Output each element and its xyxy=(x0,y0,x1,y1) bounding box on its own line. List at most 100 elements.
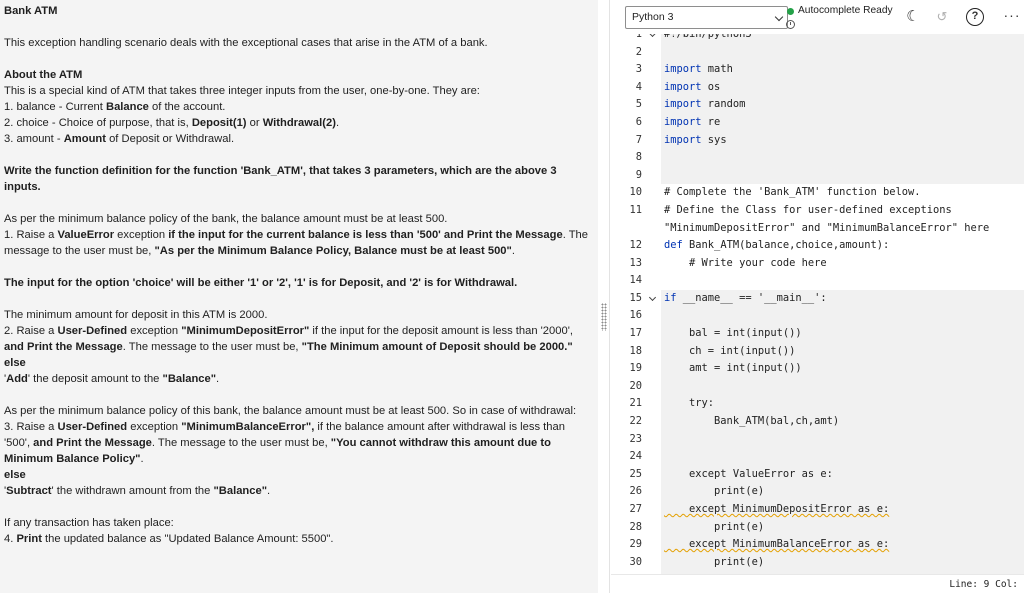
code-line[interactable]: 24 xyxy=(611,448,1024,466)
code-line[interactable]: 14 xyxy=(611,272,1024,290)
code-token: __name__ == '__main__': xyxy=(676,291,827,304)
code-line[interactable]: 25 except ValueError as e: xyxy=(611,466,1024,484)
code-line[interactable]: 26 print(e) xyxy=(611,483,1024,501)
code-token: bal = int(input()) xyxy=(664,327,802,339)
line-number: 11 xyxy=(629,204,642,216)
code-line[interactable]: 2 xyxy=(611,44,1024,62)
cursor-position: Line: 9 Col: xyxy=(949,579,1018,590)
keyword-token: import xyxy=(664,80,702,93)
code-text: print(e) xyxy=(664,554,764,572)
code-line[interactable]: 21 try: xyxy=(611,395,1024,413)
code-line[interactable]: 4 import os xyxy=(611,79,1024,97)
code-line[interactable]: 1 #!/bin/python3 xyxy=(611,34,1024,44)
chevron-down-icon xyxy=(774,12,784,22)
keyword-token: if xyxy=(664,291,677,304)
line-number: 6 xyxy=(635,116,642,128)
code-line[interactable]: 6 import re xyxy=(611,114,1024,132)
pane-splitter[interactable] xyxy=(598,0,610,593)
drag-handle-icon[interactable] xyxy=(601,303,607,331)
code-text: def Bank_ATM(balance,choice,amount): xyxy=(664,237,889,255)
keyword-token: import xyxy=(664,98,702,111)
line-number: 4 xyxy=(635,80,642,93)
code-text: if __name__ == '__main__': xyxy=(664,290,827,308)
code-line[interactable]: 12 def Bank_ATM(balance,choice,amount): xyxy=(611,237,1024,255)
deposit-add-rule: 'Add' the deposit amount to the "Balance… xyxy=(4,373,220,385)
code-token: print(e) xyxy=(664,555,765,568)
code-line[interactable]: 8 xyxy=(611,149,1024,167)
info-icon[interactable] xyxy=(786,20,795,29)
code-token: # Complete the 'Bank_ATM' function below… xyxy=(664,186,921,199)
code-area[interactable]: 1 #!/bin/python3 2 3 import math 4 import os 5 i… xyxy=(611,34,1024,574)
code-token: Bank_ATM(balance,choice,amount): xyxy=(682,239,890,251)
line-number: 16 xyxy=(629,309,642,322)
code-token: #!/bin/python3 xyxy=(664,34,752,40)
code-line[interactable]: 18 ch = int(input()) xyxy=(611,343,1024,361)
code-line[interactable]: 19 amt = int(input()) xyxy=(611,360,1024,378)
code-text: ch = int(input()) xyxy=(664,343,795,361)
fold-chevron-icon[interactable] xyxy=(648,34,657,38)
code-token: random xyxy=(701,98,746,111)
line-number: 1 xyxy=(635,34,642,40)
code-token: except MinimumDepositError as e: xyxy=(664,503,890,515)
line-number: 12 xyxy=(629,239,642,251)
intro-text: This exception handling scenario deals w… xyxy=(4,37,488,49)
choice-note: The input for the option 'choice' will b… xyxy=(4,277,518,289)
language-value: Python 3 xyxy=(632,11,674,23)
code-token: Bank_ATM(bal,ch,amt) xyxy=(664,415,840,427)
withdraw-else: else xyxy=(4,469,26,481)
line-number: 21 xyxy=(629,397,642,410)
code-text: import sys xyxy=(664,132,727,150)
code-text: #!/bin/python3 xyxy=(664,34,752,44)
code-line[interactable]: 5 import random xyxy=(611,96,1024,114)
code-line[interactable]: 20 xyxy=(611,378,1024,396)
history-icon[interactable]: ↺ xyxy=(933,8,951,26)
keyword-token: import xyxy=(664,116,702,128)
code-line[interactable]: 16 xyxy=(611,307,1024,325)
language-select[interactable]: Python 3 xyxy=(625,6,788,29)
code-line[interactable]: 11 # Define the Class for user-defined ex… xyxy=(611,202,1024,237)
line-number: 17 xyxy=(629,327,642,339)
code-line[interactable]: 15 if __name__ == '__main__': xyxy=(611,290,1024,308)
code-text: except ValueError as e: xyxy=(664,466,833,484)
keyword-token: def xyxy=(664,239,683,251)
line-number: 30 xyxy=(629,555,642,568)
code-token: print(e) xyxy=(664,485,765,498)
code-text: import os xyxy=(664,79,720,97)
code-line[interactable]: 3 import math xyxy=(611,61,1024,79)
line-number: 7 xyxy=(635,133,642,146)
code-line[interactable]: 28 print(e) xyxy=(611,519,1024,537)
status-dot-icon xyxy=(787,8,794,15)
code-token: except ValueError as e: xyxy=(664,467,833,480)
code-line[interactable]: 30 print(e) xyxy=(611,554,1024,572)
code-line[interactable]: 10 # Complete the 'Bank_ATM' function bel… xyxy=(611,184,1024,202)
deposit-else: else xyxy=(4,357,26,369)
code-line[interactable]: 7 import sys xyxy=(611,132,1024,150)
line-number: 9 xyxy=(635,168,642,181)
input-item-1: 1. balance - Current Balance of the acco… xyxy=(4,101,226,113)
transaction-note: If any transaction has taken place: xyxy=(4,517,174,529)
moon-icon[interactable]: ☾ xyxy=(904,8,922,26)
code-text: import random xyxy=(664,96,745,114)
code-text: print(e) xyxy=(664,483,764,501)
code-token: try: xyxy=(664,397,715,410)
code-text: bal = int(input()) xyxy=(664,325,802,343)
code-line[interactable]: 29 except MinimumBalanceError as e: xyxy=(611,536,1024,554)
editor-statusbar: Line: 9 Col: xyxy=(611,574,1024,593)
code-line[interactable]: 9 xyxy=(611,167,1024,185)
fold-chevron-icon[interactable] xyxy=(648,293,657,301)
rule-deposit-error: 2. Raise a User-Defined exception "Minim… xyxy=(4,325,573,353)
help-icon[interactable]: ? xyxy=(966,8,984,26)
code-line[interactable]: 23 xyxy=(611,431,1024,449)
line-number: 26 xyxy=(629,485,642,498)
code-line[interactable]: 13 # Write your code here xyxy=(611,254,1024,273)
line-number: 8 xyxy=(635,151,642,164)
autocomplete-status: Autocomplete Ready xyxy=(798,5,893,16)
code-line[interactable]: 17 bal = int(input()) xyxy=(611,325,1024,343)
rule-balance-error: 3. Raise a User-Defined exception "Minim… xyxy=(4,421,565,465)
more-icon[interactable]: ··· xyxy=(1003,6,1021,24)
editor-toolbar: Python 3 Autocomplete Ready ☾ ↺ ? ··· xyxy=(611,0,1024,34)
code-line[interactable]: 22 Bank_ATM(bal,ch,amt) xyxy=(611,413,1024,431)
code-token: except MinimumBalanceError as e: xyxy=(664,538,890,551)
line-number: 5 xyxy=(635,98,642,111)
code-line[interactable]: 27 except MinimumDepositError as e: xyxy=(611,501,1024,519)
